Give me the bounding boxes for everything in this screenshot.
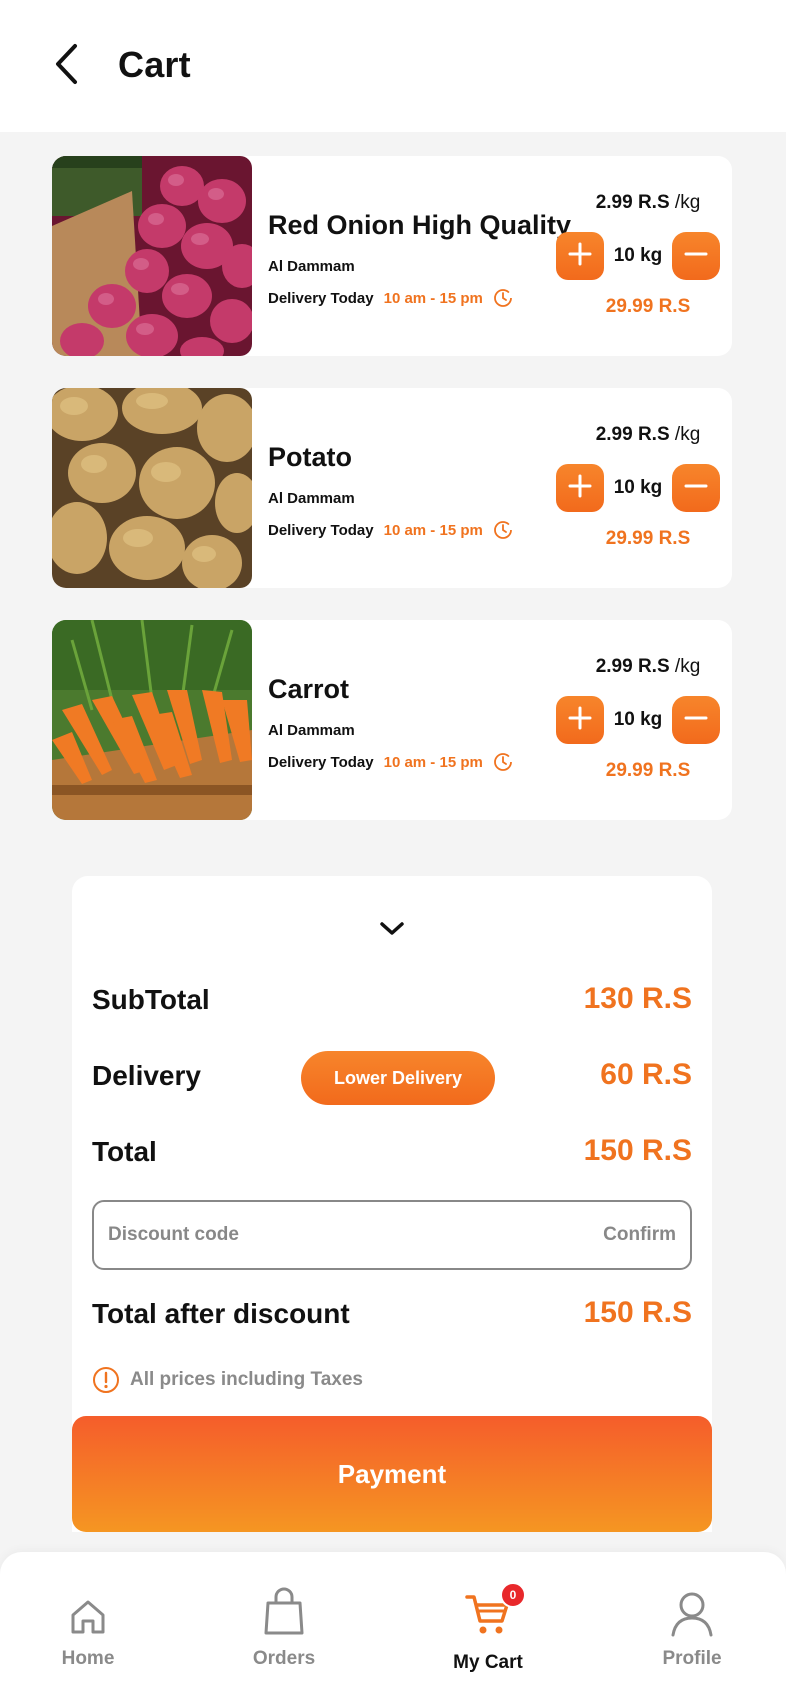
unit-price-value: 2.99 R.S [595,424,670,445]
tax-note: All prices including Taxes [92,1366,363,1394]
item-city: Al Dammam [268,722,355,739]
increase-button[interactable] [556,232,604,280]
nav-label: Orders [252,1648,316,1669]
discount-field: Confirm [92,1200,692,1270]
nav-label: Profile [662,1648,722,1669]
red-onion-image [52,156,252,356]
potato-image [52,388,252,588]
quantity-value: 10 kg [613,245,663,266]
cart-item: Red Onion High Quality Al Dammam Deliver… [52,156,732,356]
item-city: Al Dammam [268,490,355,507]
subtotal-value: 130 R.S [583,982,692,1015]
bottom-nav: Home Orders 0 My Cart Profile [0,1552,786,1704]
unit-price: 2.99 R.S /kg [584,656,712,678]
discount-code-input[interactable] [108,1224,468,1246]
delivery-time: 10 am - 15 pm [383,289,483,307]
delivery-label: Delivery Today [268,289,374,307]
item-delivery: Delivery Today 10 am - 15 pm [268,288,513,308]
plus-icon [567,241,593,272]
tax-note-text: All prices including Taxes [130,1369,363,1390]
unit-price: 2.99 R.S /kg [584,192,712,214]
item-name: Potato [268,442,352,472]
collapse-button[interactable] [372,916,412,946]
cart-count-badge: 0 [500,1582,526,1608]
nav-label: My Cart [453,1652,523,1673]
cart-item-list: Red Onion High Quality Al Dammam Deliver… [52,156,732,852]
increase-button[interactable] [556,696,604,744]
clock-icon [493,520,513,540]
quantity-stepper: 10 kg [556,232,720,280]
total-after-discount-label: Total after discount [92,1298,350,1329]
item-name: Red Onion High Quality [268,210,571,240]
delivery-fee-label: Delivery [92,1060,201,1091]
user-icon [670,1591,714,1642]
lower-delivery-button[interactable]: Lower Delivery [301,1051,495,1105]
item-total: 29.99 R.S [605,528,691,549]
carrot-image [52,620,252,820]
chevron-down-icon [379,921,405,942]
chevron-left-icon [53,43,79,90]
home-icon [68,1597,108,1642]
delivery-time: 10 am - 15 pm [383,753,483,771]
back-button[interactable] [44,40,88,92]
minus-icon [683,473,709,504]
item-city: Al Dammam [268,258,355,275]
minus-icon [683,705,709,736]
quantity-value: 10 kg [613,709,663,730]
decrease-button[interactable] [672,232,720,280]
unit-label: /kg [674,424,701,445]
minus-icon [683,241,709,272]
bag-icon [262,1585,306,1642]
payment-button[interactable]: Payment [72,1416,712,1532]
plus-icon [567,473,593,504]
item-delivery: Delivery Today 10 am - 15 pm [268,520,513,540]
item-total: 29.99 R.S [605,760,691,781]
delivery-time: 10 am - 15 pm [383,521,483,539]
nav-label: Home [61,1648,115,1669]
decrease-button[interactable] [672,464,720,512]
item-total: 29.99 R.S [605,296,691,317]
plus-icon [567,705,593,736]
nav-my-cart[interactable]: 0 My Cart [428,1582,548,1674]
cart-item: Potato Al Dammam Delivery Today 10 am - … [52,388,732,588]
page-title: Cart [118,44,191,85]
delivery-fee-value: 60 R.S [600,1058,692,1091]
unit-label: /kg [674,656,701,677]
clock-icon [493,288,513,308]
delivery-label: Delivery Today [268,521,374,539]
nav-home[interactable]: Home [28,1582,148,1670]
header: Cart [0,0,786,132]
quantity-value: 10 kg [613,477,663,498]
unit-label: /kg [674,192,701,213]
decrease-button[interactable] [672,696,720,744]
quantity-stepper: 10 kg [556,464,720,512]
unit-price: 2.99 R.S /kg [584,424,712,446]
total-label: Total [92,1136,157,1167]
info-icon [92,1366,120,1394]
unit-price-value: 2.99 R.S [595,656,670,677]
total-value: 150 R.S [583,1134,692,1167]
total-after-discount-value: 150 R.S [583,1296,692,1329]
nav-orders[interactable]: Orders [224,1582,344,1670]
delivery-label: Delivery Today [268,753,374,771]
item-name: Carrot [268,674,350,704]
clock-icon [493,752,513,772]
item-delivery: Delivery Today 10 am - 15 pm [268,752,513,772]
nav-profile[interactable]: Profile [632,1582,752,1670]
unit-price-value: 2.99 R.S [595,192,670,213]
quantity-stepper: 10 kg [556,696,720,744]
confirm-discount-button[interactable]: Confirm [603,1224,676,1246]
subtotal-label: SubTotal [92,984,210,1015]
cart-item: Carrot Al Dammam Delivery Today 10 am - … [52,620,732,820]
increase-button[interactable] [556,464,604,512]
